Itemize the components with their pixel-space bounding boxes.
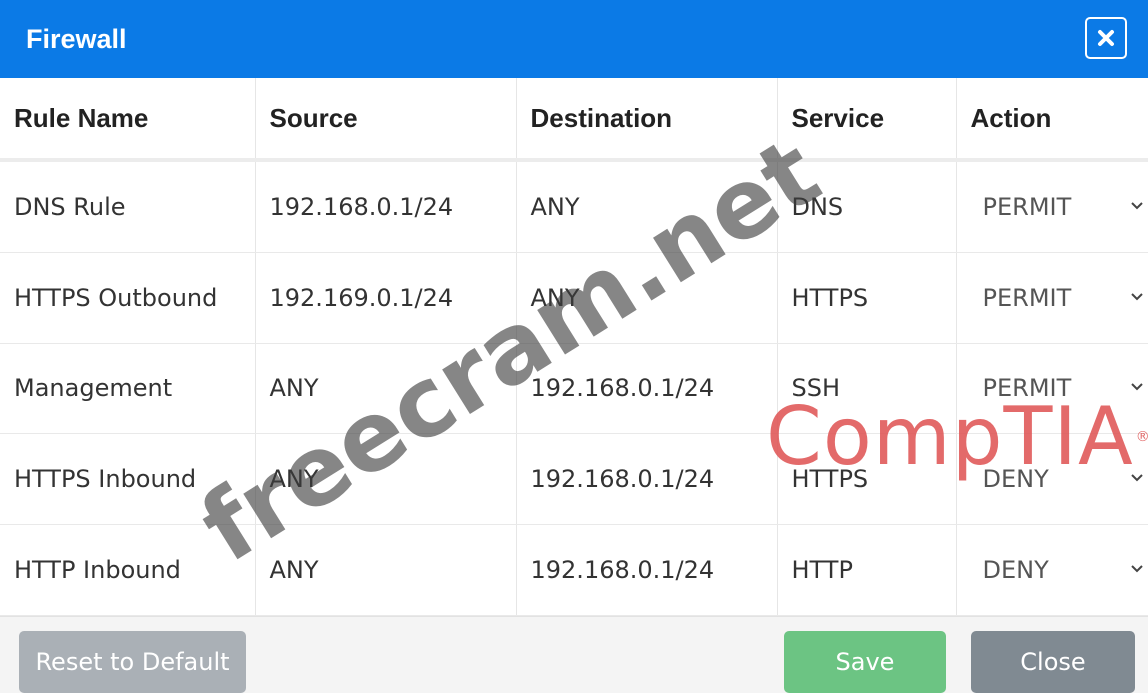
header-action: Action (956, 78, 1148, 160)
destination-cell: ANY (516, 160, 777, 252)
destination-cell: 192.168.0.1/24 (516, 525, 777, 616)
action-select[interactable]: DENY (983, 525, 1148, 615)
chevron-down-icon (1130, 382, 1144, 392)
save-button[interactable]: Save (784, 631, 946, 693)
rule-name-cell: HTTPS Inbound (0, 434, 255, 525)
table-row: HTTPS Outbound 192.169.0.1/24 ANY HTTPS … (0, 252, 1148, 343)
rule-name-cell: DNS Rule (0, 160, 255, 252)
reset-to-default-button[interactable]: Reset to Default (19, 631, 246, 693)
dialog-title: Firewall (26, 22, 127, 56)
source-cell: ANY (255, 525, 516, 616)
source-cell: 192.168.0.1/24 (255, 160, 516, 252)
chevron-down-icon (1130, 564, 1144, 574)
table-header-row: Rule Name Source Destination Service Act… (0, 78, 1148, 160)
dialog-titlebar: Firewall (0, 0, 1148, 78)
action-value: PERMIT (983, 193, 1072, 221)
table-row: HTTP Inbound ANY 192.168.0.1/24 HTTP DEN… (0, 525, 1148, 616)
service-cell: SSH (777, 343, 956, 434)
destination-cell: 192.168.0.1/24 (516, 434, 777, 525)
destination-cell: 192.168.0.1/24 (516, 343, 777, 434)
service-cell: HTTPS (777, 252, 956, 343)
chevron-down-icon (1130, 201, 1144, 211)
action-select[interactable]: PERMIT (983, 344, 1148, 434)
service-cell: DNS (777, 160, 956, 252)
action-value: PERMIT (983, 374, 1072, 402)
header-destination: Destination (516, 78, 777, 160)
table-row: Management ANY 192.168.0.1/24 SSH PERMIT (0, 343, 1148, 434)
action-select[interactable]: PERMIT (983, 162, 1148, 252)
destination-cell: ANY (516, 252, 777, 343)
action-cell: PERMIT (956, 343, 1148, 434)
table-row: DNS Rule 192.168.0.1/24 ANY DNS PERMIT (0, 160, 1148, 252)
source-cell: ANY (255, 434, 516, 525)
service-cell: HTTP (777, 525, 956, 616)
action-cell: PERMIT (956, 252, 1148, 343)
header-rule-name: Rule Name (0, 78, 255, 160)
action-value: DENY (983, 465, 1049, 493)
rule-name-cell: HTTP Inbound (0, 525, 255, 616)
header-source: Source (255, 78, 516, 160)
close-button[interactable]: Close (971, 631, 1135, 693)
chevron-down-icon (1130, 473, 1144, 483)
action-cell: DENY (956, 525, 1148, 616)
close-icon (1097, 29, 1115, 47)
close-dialog-button[interactable] (1085, 17, 1127, 59)
action-value: PERMIT (983, 284, 1072, 312)
header-service: Service (777, 78, 956, 160)
firewall-rules-table: Rule Name Source Destination Service Act… (0, 78, 1148, 616)
action-select[interactable]: DENY (983, 434, 1148, 524)
dialog-footer: Reset to Default Save Close (0, 616, 1148, 693)
table-row: HTTPS Inbound ANY 192.168.0.1/24 HTTPS D… (0, 434, 1148, 525)
action-cell: DENY (956, 434, 1148, 525)
source-cell: ANY (255, 343, 516, 434)
action-cell: PERMIT (956, 160, 1148, 252)
action-value: DENY (983, 556, 1049, 584)
rule-name-cell: HTTPS Outbound (0, 252, 255, 343)
action-select[interactable]: PERMIT (983, 253, 1148, 343)
service-cell: HTTPS (777, 434, 956, 525)
source-cell: 192.169.0.1/24 (255, 252, 516, 343)
chevron-down-icon (1130, 292, 1144, 302)
rule-name-cell: Management (0, 343, 255, 434)
